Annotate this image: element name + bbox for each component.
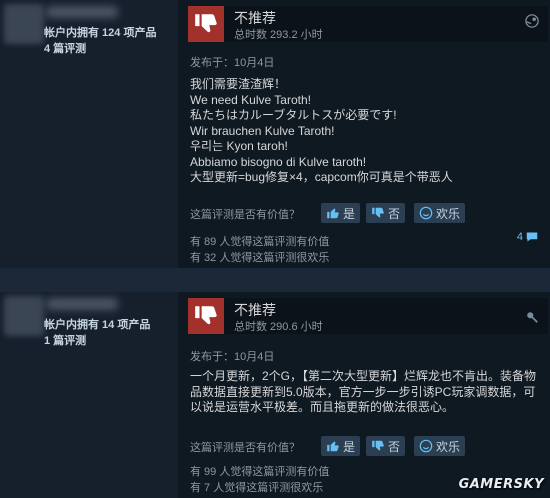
avatar[interactable] <box>4 4 44 44</box>
reviewer-info: 帐户内拥有 14 项产品 1 篇评测 <box>0 292 178 498</box>
reviews-count[interactable]: 1 篇评测 <box>44 332 86 348</box>
vote-funny-label: 欢乐 <box>436 206 461 221</box>
vote-yes-button[interactable]: 是 <box>321 436 361 456</box>
helpful-count: 有 99 人觉得这篇评测有价值 <box>190 466 330 478</box>
review-line: Wir brauchen Kulve Taroth! <box>190 123 335 138</box>
thumbs-down-icon <box>188 6 224 42</box>
username-blurred[interactable] <box>46 6 118 18</box>
review-body: 不推荐 总时数 290.6 小时 发布于：10月4日 一个月更新，2个G，【第二… <box>178 292 550 498</box>
products-owned[interactable]: 帐户内拥有 124 项产品 <box>44 24 156 40</box>
review-card: 帐户内拥有 14 项产品 1 篇评测 不推荐 总时数 290.6 小时 发布于：… <box>0 292 550 498</box>
review-line: 우리는 Kyon taroh! <box>190 139 288 153</box>
review-line: Abbiamo bisogno di Kulve taroth! <box>190 154 367 169</box>
smiley-icon <box>419 439 433 453</box>
review-line: 我们需要渣渣辉！ <box>190 77 287 91</box>
comments-link[interactable]: 4 <box>517 231 538 243</box>
review-line: We need Kulve Taroth! <box>190 92 311 107</box>
vote-funny-label: 欢乐 <box>436 439 461 454</box>
vote-yes-label: 是 <box>343 206 356 221</box>
review-body: 不推荐 总时数 293.2 小时 发布于：10月4日 我们需要渣渣辉！ We n… <box>178 0 550 268</box>
recommendation-label: 不推荐 <box>234 10 276 26</box>
vote-no-label: 否 <box>388 439 401 454</box>
review-separator <box>0 268 550 292</box>
thumbs-down-icon <box>372 440 384 451</box>
comment-icon <box>526 232 538 242</box>
helpful-row: 这篇评测是否有价值？ 是 否 欢乐 <box>190 436 510 456</box>
review-text: 我们需要渣渣辉！ We need Kulve Taroth! 私たちはカルーブタ… <box>190 77 542 186</box>
vote-yes-button[interactable]: 是 <box>321 203 361 223</box>
watermark-logo: GAMERSKY <box>458 477 544 492</box>
vote-no-button[interactable]: 否 <box>366 436 406 456</box>
pin-icon <box>524 310 540 326</box>
reviewer-info: 帐户内拥有 124 项产品 4 篇评测 <box>0 0 178 268</box>
recommendation-label: 不推荐 <box>234 302 276 318</box>
posted-date: 发布于：10月4日 <box>190 351 275 363</box>
review-line: 私たちはカルーブタルトスが必要です! <box>190 108 397 122</box>
vote-header[interactable]: 不推荐 总时数 290.6 小时 <box>188 298 548 334</box>
posted-date: 发布于：10月4日 <box>190 57 275 69</box>
thumbs-up-icon <box>327 208 339 219</box>
playtime-hours: 总时数 293.2 小时 <box>234 29 323 41</box>
vote-funny-button[interactable]: 欢乐 <box>414 203 466 223</box>
review-card: 帐户内拥有 124 项产品 4 篇评测 不推荐 总时数 293.2 小时 发布于… <box>0 0 550 268</box>
smiley-icon <box>419 206 433 220</box>
helpful-count: 有 89 人觉得这篇评测有价值 <box>190 236 330 248</box>
review-text: 一个月更新，2个G，【第二次大型更新】烂辉龙也不肯出。装备物品数据直接更新到5.… <box>190 369 542 416</box>
thumbs-down-icon <box>372 207 384 218</box>
thumbs-up-icon <box>327 441 339 452</box>
vote-funny-button[interactable]: 欢乐 <box>414 436 466 456</box>
products-owned[interactable]: 帐户内拥有 14 项产品 <box>44 316 150 332</box>
reviews-count[interactable]: 4 篇评测 <box>44 40 86 56</box>
vote-no-button[interactable]: 否 <box>366 203 406 223</box>
steam-icon <box>524 14 540 30</box>
vote-header[interactable]: 不推荐 总时数 293.2 小时 <box>188 6 548 42</box>
helpful-row: 这篇评测是否有价值？ 是 否 欢乐 <box>190 203 510 223</box>
review-line: 大型更新=bug修复×4，capcom你可真是个带恶人 <box>190 170 453 184</box>
helpful-question: 这篇评测是否有价值？ <box>190 209 300 221</box>
comment-count: 4 <box>516 231 523 243</box>
helpful-question: 这篇评测是否有价值？ <box>190 442 300 454</box>
vote-no-label: 否 <box>388 206 401 221</box>
review-paragraph: 一个月更新，2个G，【第二次大型更新】烂辉龙也不肯出。装备物品数据直接更新到5.… <box>190 369 537 414</box>
vote-yes-label: 是 <box>343 439 356 454</box>
avatar[interactable] <box>4 296 44 336</box>
thumbs-down-icon <box>188 298 224 334</box>
funny-count: 有 32 人觉得这篇评测很欢乐 <box>190 252 330 264</box>
username-blurred[interactable] <box>46 298 118 310</box>
playtime-hours: 总时数 290.6 小时 <box>234 321 323 333</box>
funny-count: 有 7 人觉得这篇评测很欢乐 <box>190 482 324 494</box>
